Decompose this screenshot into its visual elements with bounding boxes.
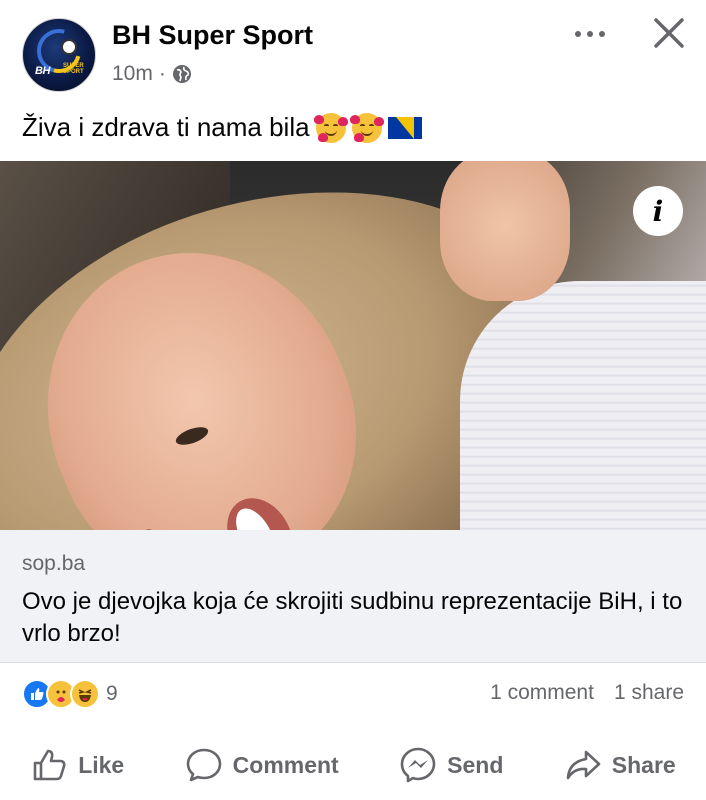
share-arrow-icon	[566, 750, 601, 780]
post-header: BH SUPER SPORT BH Super Sport 10m ·	[0, 0, 706, 100]
thumbs-up-icon	[33, 749, 66, 781]
share-count[interactable]: 1 share	[614, 681, 684, 705]
share-button[interactable]: Share	[556, 740, 684, 790]
photo-shirt	[460, 281, 706, 530]
send-button[interactable]: Send	[391, 740, 511, 790]
link-preview[interactable]: sop.ba Ovo je djevojka koja će skrojiti …	[0, 530, 706, 663]
more-icon[interactable]	[570, 24, 610, 44]
post-time[interactable]: 10m	[112, 62, 153, 86]
reactions-summary[interactable]: 9	[22, 678, 118, 710]
link-title: Ovo je djevojka koja će skrojiti sudbinu…	[22, 588, 683, 647]
post-image[interactable]	[0, 161, 706, 530]
meta-separator: ·	[158, 62, 166, 85]
like-button[interactable]: Like	[22, 740, 132, 790]
smiling-face-with-hearts-icon	[313, 112, 348, 143]
football-icon	[61, 39, 77, 55]
engagement-counts: 1 comment 1 share	[490, 681, 684, 705]
globe-icon	[172, 65, 191, 83]
comment-bubble-icon	[186, 748, 221, 782]
haha-reaction-icon	[70, 679, 100, 709]
smiling-face-with-hearts-icon	[349, 112, 384, 143]
bosnia-flag-icon	[387, 116, 422, 139]
info-icon[interactable]: i	[633, 186, 683, 236]
avatar-logo-subtext: SUPER SPORT	[63, 63, 84, 75]
comment-label: Comment	[232, 751, 339, 778]
post-meta: 10m ·	[112, 62, 192, 86]
post-caption: Živa i zdrava ti nama bila	[22, 112, 422, 143]
link-domain: sop.ba	[22, 552, 86, 575]
photo-arm	[440, 161, 570, 301]
comment-count[interactable]: 1 comment	[490, 681, 594, 705]
like-label: Like	[78, 751, 125, 778]
caption-text: Živa i zdrava ti nama bila	[22, 112, 310, 142]
close-icon[interactable]	[650, 14, 688, 52]
page-avatar[interactable]: BH SUPER SPORT	[22, 18, 96, 92]
messenger-icon	[400, 747, 436, 783]
send-label: Send	[447, 751, 504, 778]
comment-button[interactable]: Comment	[177, 740, 347, 790]
action-bar: Like Comment Send Share	[0, 735, 706, 795]
avatar-logo-text: BH	[35, 65, 50, 77]
share-label: Share	[611, 751, 676, 778]
reaction-count: 9	[106, 682, 118, 705]
page-name[interactable]: BH Super Sport	[112, 20, 313, 51]
